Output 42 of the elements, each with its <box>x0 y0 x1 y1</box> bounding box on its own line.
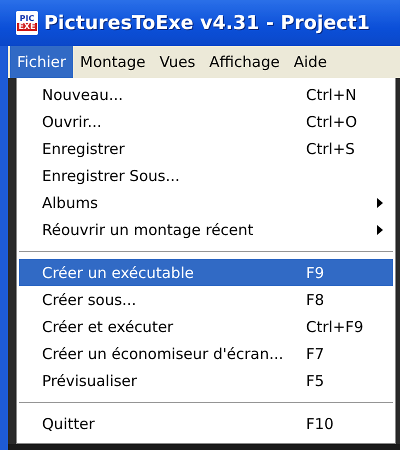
menu-item[interactable]: Réouvrir un montage récent <box>19 216 393 243</box>
menu-item[interactable]: Nouveau... Ctrl+N <box>19 81 393 108</box>
menu-bar-item[interactable]: Aide <box>286 46 334 78</box>
menu-bar-item[interactable]: Vues <box>152 46 202 78</box>
menu-item-label: Ouvrir... <box>42 112 103 130</box>
menu-item[interactable]: Quitter F10 <box>19 410 393 437</box>
menu-item-label: Créer et exécuter <box>42 318 174 336</box>
menu-item[interactable]: Créer et exécuter Ctrl+F9 <box>19 313 393 340</box>
shortcut-label: Ctrl+F9 <box>306 318 364 336</box>
menu-bar-item[interactable]: Montage <box>73 46 152 78</box>
menu-item[interactable]: Ouvrir... Ctrl+O <box>19 108 393 135</box>
submenu-arrow-icon <box>377 198 383 208</box>
menu-item-label: Créer un exécutable <box>42 264 195 282</box>
menu-item[interactable]: Créer un exécutable F9 <box>19 259 393 286</box>
shortcut-label: F5 <box>306 372 324 390</box>
shortcut-label: F9 <box>306 264 324 282</box>
menu-item-label: Quitter <box>42 414 96 432</box>
shortcut-label: F10 <box>306 414 334 432</box>
menu-item[interactable]: Enregistrer Sous... <box>19 162 393 189</box>
menu-bar-item[interactable]: Fichier <box>10 46 74 78</box>
menu-item-label: Nouveau... <box>42 86 124 104</box>
menu-item[interactable]: Enregistrer Ctrl+S <box>19 135 393 162</box>
app-icon: PIC EXE <box>16 11 38 35</box>
shortcut-label: Ctrl+S <box>306 140 355 158</box>
menu-item-label: Albums <box>42 194 99 212</box>
shortcut-label: Ctrl+N <box>306 86 356 104</box>
menu-item-label: Créer sous... <box>42 290 138 308</box>
menu-item-label: Réouvrir un montage récent <box>42 220 254 238</box>
submenu-arrow-icon <box>377 225 383 235</box>
shortcut-label: F7 <box>306 344 324 362</box>
menu-item[interactable]: Albums <box>19 189 393 216</box>
shortcut-label: F8 <box>306 290 324 308</box>
menu-item[interactable]: Prévisualiser F5 <box>19 367 393 394</box>
menu-item[interactable]: Créer un économiseur d'écran... F7 <box>19 340 393 367</box>
window-title: PicturesToExe v4.31 - Project1 <box>44 12 370 34</box>
shortcut-label: Ctrl+O <box>306 112 358 130</box>
menu-item-label: Enregistrer <box>42 140 126 158</box>
menu-item[interactable]: Créer sous... F8 <box>19 286 393 313</box>
menu-item-label: Créer un économiseur d'écran... <box>42 344 284 362</box>
menu-bar-item[interactable]: Affichage <box>202 46 287 78</box>
menu-item-label: Prévisualiser <box>42 372 138 390</box>
menu-item-label: Enregistrer Sous... <box>42 166 181 184</box>
